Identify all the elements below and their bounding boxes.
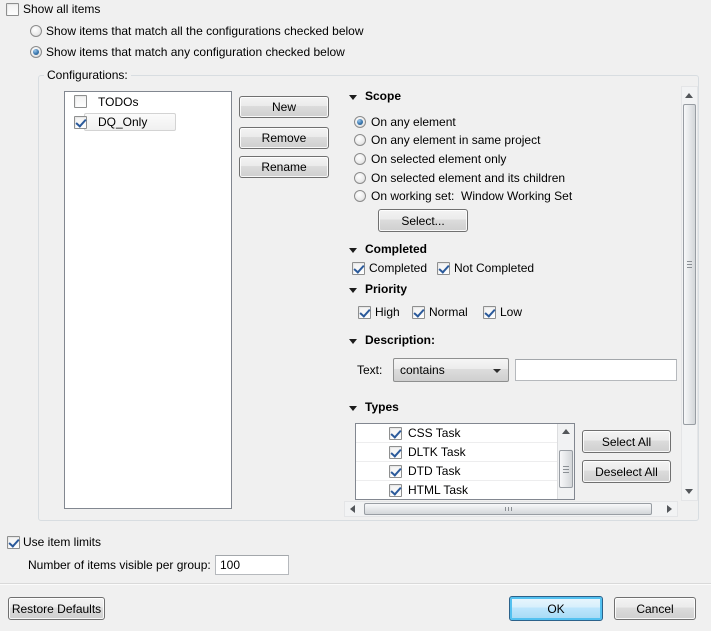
match-all-label: Show items that match all the configurat… (46, 24, 364, 39)
deselect-all-button[interactable]: Deselect All (582, 460, 671, 483)
match-any-label: Show items that match any configuration … (46, 45, 345, 60)
scroll-right-icon[interactable] (667, 505, 672, 513)
priority-low-label: Low (500, 305, 522, 320)
types-list[interactable]: CSS Task DLTK Task DTD Task HTML Task (355, 423, 575, 500)
restore-defaults-button[interactable]: Restore Defaults (8, 597, 105, 620)
priority-normal-checkbox[interactable] (412, 306, 425, 319)
config-todos-label[interactable]: TODOs (98, 95, 138, 110)
scope-any-element-radio[interactable] (354, 116, 366, 128)
completed-header[interactable]: Completed (365, 242, 427, 257)
type-css-checkbox[interactable] (389, 427, 402, 440)
panel-vscrollbar-thumb[interactable] (683, 104, 696, 425)
scope-selected-only-label: On selected element only (371, 152, 506, 167)
completed-twistie-icon[interactable] (349, 248, 357, 253)
scroll-left-icon[interactable] (350, 505, 355, 513)
priority-header[interactable]: Priority (365, 282, 407, 297)
row-separator (356, 442, 557, 443)
configurations-group-label: Configurations: (44, 68, 131, 83)
priority-high-label: High (375, 305, 400, 320)
panel-hscrollbar-thumb[interactable] (364, 503, 652, 515)
remove-button[interactable]: Remove (239, 127, 329, 149)
scrollbar-grip (563, 466, 569, 474)
config-todos-checkbox[interactable] (74, 95, 87, 108)
scope-selected-children-label: On selected element and its children (371, 171, 565, 186)
types-list-scrollbar[interactable] (557, 424, 574, 499)
scope-selected-only-radio[interactable] (354, 153, 366, 165)
description-text-label: Text: (357, 363, 382, 378)
type-html-checkbox[interactable] (389, 484, 402, 497)
config-dqonly-label[interactable]: DQ_Only (98, 115, 147, 130)
types-twistie-icon[interactable] (349, 406, 357, 411)
types-scrollbar-thumb[interactable] (559, 450, 573, 488)
items-per-group-label: Number of items visible per group: (28, 558, 211, 573)
match-any-radio[interactable] (30, 46, 42, 58)
use-item-limits-label: Use item limits (23, 535, 101, 550)
scope-same-project-radio[interactable] (354, 134, 366, 146)
type-dltk-label: DLTK Task (408, 445, 466, 460)
select-working-set-button[interactable]: Select... (378, 209, 468, 232)
type-css-label: CSS Task (408, 426, 460, 441)
panel-horizontal-scrollbar[interactable] (344, 501, 678, 517)
scope-twistie-icon[interactable] (349, 95, 357, 100)
scroll-up-icon[interactable] (562, 429, 570, 434)
chevron-down-icon (493, 369, 501, 373)
type-html-label: HTML Task (408, 483, 468, 498)
ok-button[interactable]: OK (509, 596, 603, 621)
items-per-group-input[interactable] (215, 555, 289, 575)
scope-working-set-radio[interactable] (354, 190, 366, 202)
configurations-list[interactable]: TODOs DQ_Only (64, 91, 232, 509)
scroll-up-icon[interactable] (685, 93, 693, 98)
priority-normal-label: Normal (429, 305, 468, 320)
description-match-value: contains (400, 363, 445, 377)
panel-vertical-scrollbar[interactable] (681, 86, 698, 501)
cancel-button[interactable]: Cancel (614, 597, 696, 620)
rename-button[interactable]: Rename (239, 156, 329, 178)
show-all-items-checkbox[interactable] (6, 3, 19, 16)
type-dltk-checkbox[interactable] (389, 446, 402, 459)
config-dqonly-checkbox[interactable] (74, 116, 87, 129)
match-all-radio[interactable] (30, 25, 42, 37)
completed-checkbox[interactable] (352, 262, 365, 275)
use-item-limits-checkbox[interactable] (7, 536, 20, 549)
scrollbar-grip (505, 507, 513, 511)
scope-any-element-label: On any element (371, 115, 456, 130)
footer-separator (0, 583, 711, 584)
description-header[interactable]: Description: (365, 333, 435, 348)
description-match-combo[interactable]: contains (393, 358, 509, 382)
type-dtd-checkbox[interactable] (389, 465, 402, 478)
not-completed-label: Not Completed (454, 261, 534, 276)
scope-working-set-label: On working set: Window Working Set (371, 189, 572, 204)
description-text-input[interactable] (515, 359, 677, 381)
scroll-down-icon[interactable] (685, 489, 693, 494)
description-twistie-icon[interactable] (349, 339, 357, 344)
completed-label: Completed (369, 261, 427, 276)
row-separator (356, 480, 557, 481)
scope-selected-children-radio[interactable] (354, 172, 366, 184)
scrollbar-grip (687, 261, 692, 269)
scope-header[interactable]: Scope (365, 89, 401, 104)
not-completed-checkbox[interactable] (437, 262, 450, 275)
type-dtd-label: DTD Task (408, 464, 460, 479)
row-separator (356, 461, 557, 462)
priority-low-checkbox[interactable] (483, 306, 496, 319)
priority-twistie-icon[interactable] (349, 288, 357, 293)
select-all-button[interactable]: Select All (582, 430, 671, 453)
new-button[interactable]: New (239, 96, 329, 118)
show-all-items-label: Show all items (23, 2, 100, 17)
types-header[interactable]: Types (365, 400, 399, 415)
scope-same-project-label: On any element in same project (371, 133, 540, 148)
priority-high-checkbox[interactable] (358, 306, 371, 319)
